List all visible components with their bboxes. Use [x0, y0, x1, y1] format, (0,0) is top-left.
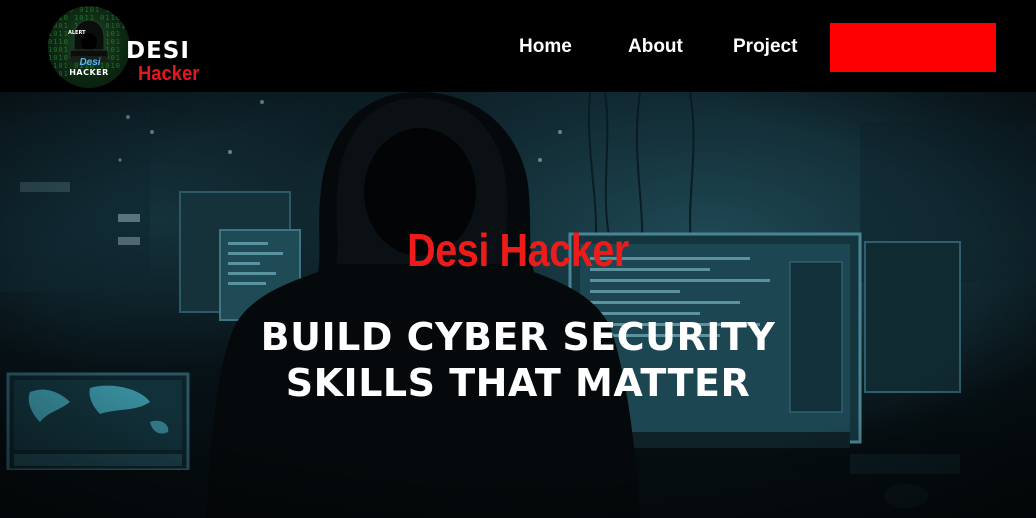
hero-headline-line-1: BUILD CYBER SECURITY	[260, 315, 776, 359]
logo-badge-hacker-text: HACKER	[69, 68, 109, 77]
logo-wordmark-desi: DESI	[126, 38, 190, 64]
logo-badge: 10110 0101 1101 0010 1011 0110 1001 1101…	[48, 6, 130, 88]
navbar: 10110 0101 1101 0010 1011 0110 1001 1101…	[0, 0, 1036, 92]
nav-project-link[interactable]: Project	[733, 36, 797, 58]
logo-wordmark-hacker: Hacker	[138, 63, 200, 85]
logo-badge-desi-text: Desi	[79, 57, 101, 68]
cta-button[interactable]	[830, 23, 996, 72]
hero-headline-line-2: SKILLS THAT MATTER	[285, 361, 751, 405]
logo-link[interactable]: 10110 0101 1101 0010 1011 0110 1001 1101…	[48, 6, 130, 88]
nav-about-link[interactable]: About	[628, 36, 683, 58]
logo-badge-top-text: ALERT	[68, 30, 86, 36]
hero-headline: BUILD CYBER SECURITY SKILLS THAT MATTER	[0, 314, 1036, 406]
hero-brand-title: Desi Hacker	[407, 224, 629, 276]
page: 10110 0101 1101 0010 1011 0110 1001 1101…	[0, 0, 1036, 518]
hero-section: Desi Hacker BUILD CYBER SECURITY SKILLS …	[0, 92, 1036, 518]
nav-home-link[interactable]: Home	[519, 36, 572, 58]
hero-content: Desi Hacker BUILD CYBER SECURITY SKILLS …	[0, 92, 1036, 518]
